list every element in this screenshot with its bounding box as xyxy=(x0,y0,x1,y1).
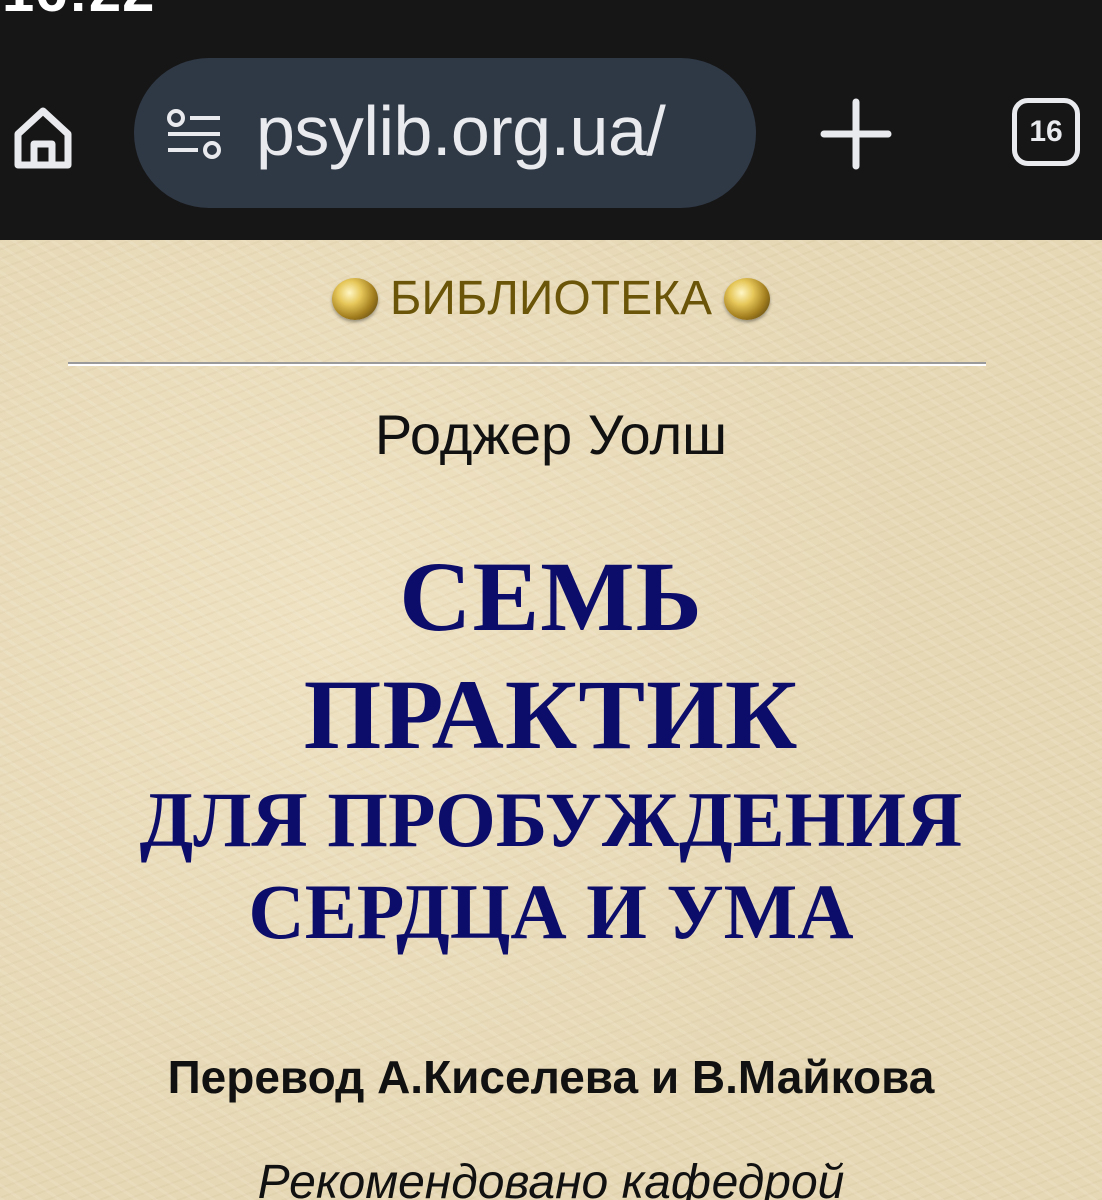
book-author: Роджер Уолш xyxy=(374,403,728,466)
plus-icon xyxy=(820,98,892,170)
title-line-2: ПРАКТИК xyxy=(303,659,799,770)
library-link[interactable]: БИБЛИОТЕКА xyxy=(390,270,712,328)
page-content: БИБЛИОТЕКА Роджер Уолш СЕМЬ ПРАКТИК ДЛЯ … xyxy=(0,240,1102,1200)
home-icon xyxy=(14,107,72,169)
tune-icon[interactable] xyxy=(164,103,226,165)
library-header: БИБЛИОТЕКА xyxy=(0,270,1102,328)
gold-ball-icon xyxy=(724,278,771,320)
title-line-4: СЕРДЦА И УМА xyxy=(248,868,854,955)
browser-toolbar: psylib.org.ua/ 16 xyxy=(0,40,1102,240)
translators: Перевод А.Киселева и В.Майкова xyxy=(167,1051,935,1103)
tab-switcher-button[interactable]: 16 xyxy=(1012,98,1080,166)
new-tab-button[interactable] xyxy=(818,96,894,172)
status-bar: 16:22 xyxy=(0,0,1102,40)
home-button[interactable] xyxy=(8,102,78,172)
book-title: СЕМЬ ПРАКТИК ДЛЯ ПРОБУЖДЕНИЯ СЕРДЦА И УМ… xyxy=(0,538,1102,958)
address-bar[interactable]: psylib.org.ua/ xyxy=(134,58,756,208)
title-line-3: ДЛЯ ПРОБУЖДЕНИЯ xyxy=(139,776,963,863)
url-text[interactable]: psylib.org.ua/ xyxy=(256,91,666,171)
status-time: 16:22 xyxy=(2,0,155,25)
title-line-1: СЕМЬ xyxy=(399,541,703,652)
recommended-text: Рекомендовано кафедрой xyxy=(257,1156,845,1200)
divider xyxy=(68,362,986,366)
gold-ball-icon xyxy=(331,278,378,320)
